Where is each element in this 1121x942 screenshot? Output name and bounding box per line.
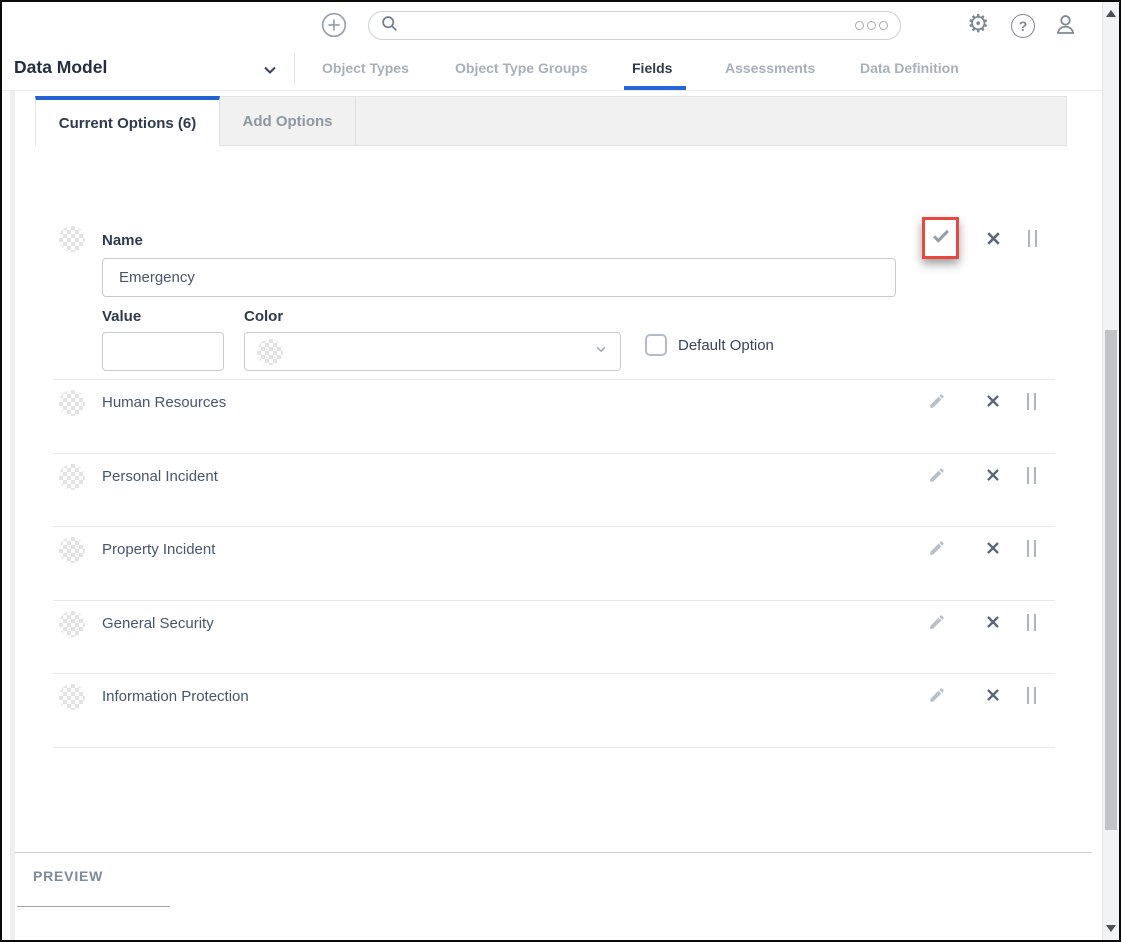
tab-assessments[interactable]: Assessments — [725, 60, 815, 76]
edit-pencil-icon[interactable] — [928, 466, 946, 484]
drag-handle-icon[interactable] — [1028, 230, 1037, 247]
divider — [294, 53, 295, 85]
search-bar[interactable] — [368, 11, 901, 40]
scroll-up-arrow[interactable] — [1106, 10, 1116, 17]
nav-bar: Data Model Object Types Object Type Grou… — [2, 48, 1102, 91]
tab-fields[interactable]: Fields — [632, 60, 672, 76]
option-label: Property Incident — [102, 541, 215, 558]
tab-object-type-groups[interactable]: Object Type Groups — [455, 60, 588, 76]
scrollbar-thumb[interactable] — [1105, 330, 1117, 830]
name-field-label: Name — [102, 232, 143, 249]
color-swatch-placeholder — [59, 537, 85, 563]
module-selector-label[interactable]: Data Model — [14, 57, 107, 78]
panel-edge — [10, 90, 15, 940]
color-swatch-placeholder — [59, 226, 85, 252]
option-label: Personal Incident — [102, 468, 218, 485]
edit-pencil-icon[interactable] — [928, 539, 946, 557]
color-swatch-placeholder — [59, 390, 85, 416]
user-profile-icon[interactable] — [1053, 12, 1078, 37]
overflow-icon[interactable] — [855, 21, 888, 30]
chevron-down-icon — [594, 342, 608, 361]
option-label: Information Protection — [102, 688, 249, 705]
scroll-down-arrow[interactable] — [1106, 925, 1116, 932]
options-tab-strip: Current Options (6) Add Options — [35, 96, 1067, 146]
vertical-scrollbar[interactable] — [1102, 2, 1119, 940]
option-row: Human Resources — [53, 380, 1055, 454]
color-swatch-placeholder — [59, 611, 85, 637]
option-row: General Security — [53, 601, 1055, 675]
color-swatch-placeholder — [59, 464, 85, 490]
color-select[interactable] — [244, 332, 621, 371]
active-tab-underline — [624, 86, 686, 90]
remove-x-icon[interactable] — [984, 613, 1002, 631]
chevron-down-icon[interactable] — [262, 62, 278, 83]
option-label: Human Resources — [102, 394, 226, 411]
tab-current-options[interactable]: Current Options (6) — [35, 96, 220, 146]
remove-x-icon[interactable] — [984, 686, 1002, 704]
settings-gear-icon[interactable] — [967, 12, 989, 37]
value-input[interactable] — [102, 332, 224, 371]
remove-x-icon[interactable] — [984, 539, 1002, 557]
preview-underline — [17, 906, 170, 907]
color-swatch-placeholder — [59, 684, 85, 710]
option-label: General Security — [102, 615, 214, 632]
drag-handle-icon[interactable] — [1027, 393, 1036, 410]
drag-handle-icon[interactable] — [1027, 687, 1036, 704]
help-icon[interactable] — [1011, 14, 1035, 38]
cancel-x-icon[interactable] — [984, 229, 1003, 253]
tab-data-definition[interactable]: Data Definition — [860, 60, 959, 76]
edit-pencil-icon[interactable] — [928, 613, 946, 631]
remove-x-icon[interactable] — [984, 392, 1002, 410]
drag-handle-icon[interactable] — [1027, 467, 1036, 484]
option-row: Property Incident — [53, 527, 1055, 601]
color-field-label: Color — [244, 308, 283, 325]
value-field-label: Value — [102, 308, 141, 325]
default-option-label: Default Option — [678, 337, 774, 354]
selected-color-swatch — [257, 339, 283, 365]
preview-section-label: PREVIEW — [33, 868, 103, 884]
tab-object-types[interactable]: Object Types — [322, 60, 409, 76]
edit-pencil-icon[interactable] — [928, 686, 946, 704]
drag-handle-icon[interactable] — [1027, 540, 1036, 557]
drag-handle-icon[interactable] — [1027, 614, 1036, 631]
option-row: Information Protection — [53, 674, 1055, 748]
annotation-highlight — [922, 217, 959, 259]
tab-add-options[interactable]: Add Options — [220, 96, 356, 146]
default-option-checkbox[interactable] — [645, 334, 667, 356]
app-window: Data Model Object Types Object Type Grou… — [0, 0, 1121, 942]
divider — [15, 852, 1092, 853]
edit-pencil-icon[interactable] — [928, 392, 946, 410]
search-icon — [381, 15, 398, 37]
create-icon[interactable] — [321, 12, 347, 38]
option-row: Personal Incident — [53, 454, 1055, 528]
options-list: Human Resources Personal Incident Proper… — [53, 379, 1055, 748]
confirm-check-icon[interactable] — [930, 225, 952, 252]
remove-x-icon[interactable] — [984, 466, 1002, 484]
name-input[interactable] — [102, 258, 896, 297]
top-bar — [2, 2, 1102, 49]
search-input[interactable] — [406, 17, 855, 35]
